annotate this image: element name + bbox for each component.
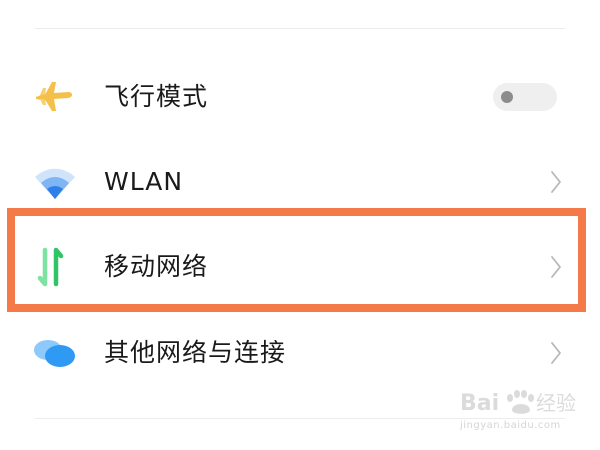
settings-row-airplane-mode[interactable]: 飞行模式 [0,54,600,140]
svg-text:经验: 经验 [536,391,576,415]
watermark-url: jingyan.baidu.com [460,420,561,431]
baidu-logo: Bai 经验 [460,390,576,416]
toggle-knob [501,91,513,103]
other-connections-label: 其他网络与连接 [104,338,287,367]
settings-screen: 飞行模式 WLAN 移动网络 其他网络与连接 Bai 经验 jingyan.ba… [0,0,600,450]
settings-row-wlan[interactable]: WLAN [0,139,600,225]
cloud-connections-icon [30,330,80,376]
chevron-right-icon [548,254,564,280]
chevron-right-icon [548,340,564,366]
chevron-right-icon [548,169,564,195]
airplane-icon [30,74,80,120]
baidu-watermark: Bai 经验 jingyan.baidu.com [458,384,588,438]
mobile-network-label: 移动网络 [104,252,209,281]
airplane-mode-label: 飞行模式 [104,82,209,111]
svg-text:Bai: Bai [460,391,499,416]
mobile-data-icon [30,244,80,290]
top-divider [35,28,565,29]
wlan-label: WLAN [104,167,184,196]
wifi-icon [30,159,80,205]
settings-row-mobile-network[interactable]: 移动网络 [0,224,600,310]
airplane-mode-toggle[interactable] [493,83,557,111]
